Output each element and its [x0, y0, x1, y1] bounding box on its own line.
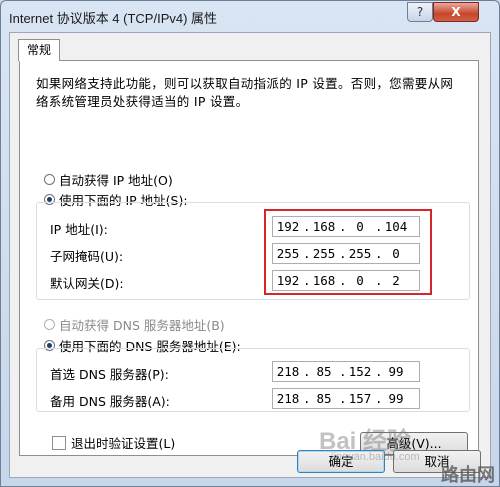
octet: 152: [348, 364, 372, 379]
radio-circle: [44, 174, 55, 185]
auto-ip-radio[interactable]: 自动获得 IP 地址(O): [44, 170, 173, 189]
help-button[interactable]: ?: [407, 2, 433, 22]
red-highlight-box: [264, 209, 432, 295]
window-title: Internet 协议版本 4 (TCP/IPv4) 属性: [9, 11, 218, 26]
alternate-dns-input[interactable]: 218. 85. 157. 99: [272, 388, 420, 409]
octet: 99: [388, 391, 404, 406]
octet: 85: [316, 391, 332, 406]
title-bar: Internet 协议版本 4 (TCP/IPv4) 属性 ? X: [1, 1, 499, 31]
url-watermark: jingyan.baidu.com: [331, 451, 420, 463]
subnet-mask-label: 子网掩码(U):: [50, 249, 124, 264]
validate-on-exit-checkbox[interactable]: 退出时验证设置(L): [52, 433, 175, 452]
radio-circle: [44, 319, 55, 330]
preferred-dns-input[interactable]: 218. 85. 152. 99: [272, 361, 420, 382]
octet: 157: [348, 391, 372, 406]
octet: 218: [276, 364, 300, 379]
auto-dns-radio[interactable]: 自动获得 DNS 服务器地址(B): [44, 315, 225, 334]
octet: 218: [276, 391, 300, 406]
dialog-content: 常规 如果网络支持此功能，则可以获取自动指派的 IP 设置。否则，您需要从网络系…: [9, 32, 491, 478]
alternate-dns-label: 备用 DNS 服务器(A):: [50, 394, 170, 409]
ip-address-label: IP 地址(I):: [50, 222, 108, 237]
octet: 99: [388, 364, 404, 379]
tab-general[interactable]: 常规: [18, 39, 60, 61]
description-text: 如果网络支持此功能，则可以获取自动指派的 IP 设置。否则，您需要从网络系统管理…: [36, 76, 454, 109]
octet: 85: [316, 364, 332, 379]
dialog-window: Internet 协议版本 4 (TCP/IPv4) 属性 ? X 常规 如果网…: [0, 0, 500, 487]
tab-page-general: 如果网络支持此功能，则可以获取自动指派的 IP 设置。否则，您需要从网络系统管理…: [19, 60, 479, 456]
auto-ip-label: 自动获得 IP 地址(O): [59, 173, 173, 188]
validate-on-exit-label: 退出时验证设置(L): [71, 436, 176, 451]
checkbox-box: [52, 435, 66, 450]
auto-dns-label: 自动获得 DNS 服务器地址(B): [59, 318, 225, 333]
preferred-dns-label: 首选 DNS 服务器(P):: [50, 367, 169, 382]
close-button[interactable]: X: [433, 2, 479, 22]
luyou-watermark: 路由网: [441, 465, 495, 485]
gateway-label: 默认网关(D):: [50, 276, 124, 291]
